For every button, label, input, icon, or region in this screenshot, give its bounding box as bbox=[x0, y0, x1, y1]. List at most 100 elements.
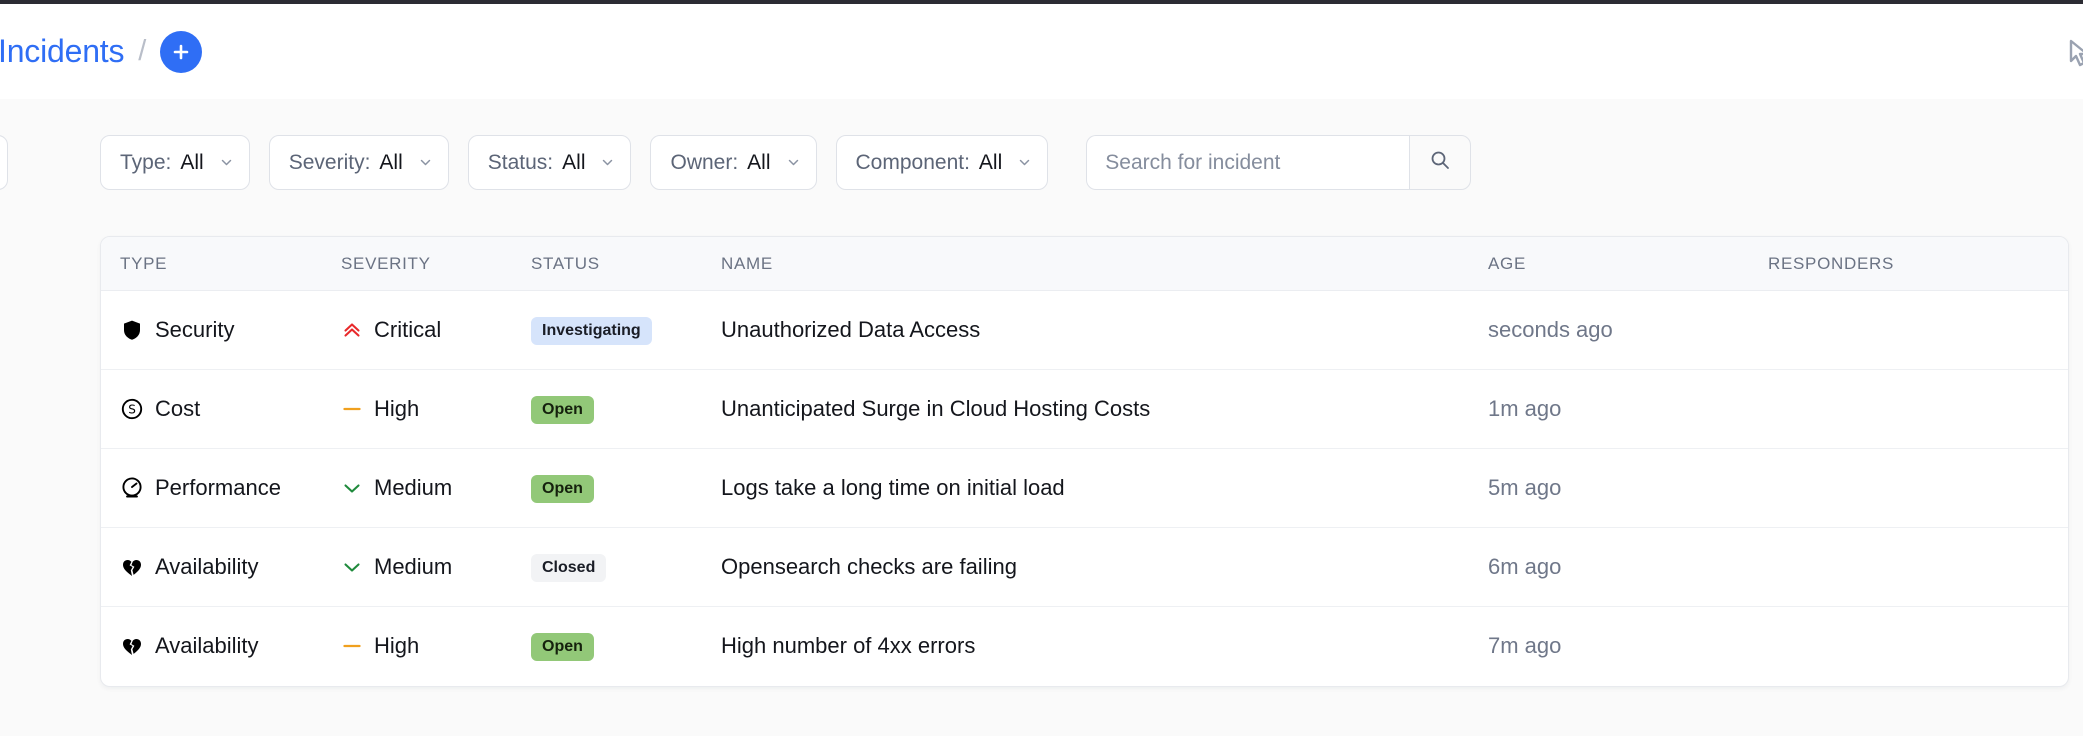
severity-label: Critical bbox=[374, 317, 442, 342]
filter-severity-label: Severity: bbox=[288, 150, 371, 174]
status-badge: Closed bbox=[531, 554, 607, 582]
filter-owner-value: All bbox=[747, 150, 771, 174]
table-header-row: TYPE SEVERITY STATUS NAME AGE RESPONDERS bbox=[101, 237, 2068, 291]
type-label: Availability bbox=[155, 633, 259, 659]
incident-name[interactable]: Unanticipated Surge in Cloud Hosting Cos… bbox=[721, 396, 1150, 421]
status-badge: Open bbox=[531, 475, 594, 503]
search-input[interactable] bbox=[1086, 135, 1410, 190]
cell-type: Performance bbox=[101, 448, 341, 528]
filter-status[interactable]: Status: All bbox=[467, 135, 632, 190]
cell-severity: Medium bbox=[341, 448, 531, 528]
top-bar: Incidents / bbox=[0, 0, 2083, 99]
cell-name: Opensearch checks are failing bbox=[721, 527, 1488, 607]
status-badge: Investigating bbox=[531, 317, 652, 345]
filter-component-label: Component: bbox=[855, 150, 970, 174]
filter-component[interactable]: Component: All bbox=[835, 135, 1049, 190]
age-label: seconds ago bbox=[1488, 317, 1613, 342]
column-header-name[interactable]: NAME bbox=[721, 237, 1488, 291]
filter-bar: Type: All Severity: All Status: All Owne… bbox=[0, 99, 2083, 190]
cell-name: Unauthorized Data Access bbox=[721, 290, 1488, 370]
filter-component-value: All bbox=[978, 150, 1003, 174]
table-row[interactable]: Availability Medium Closed Opensearch ch… bbox=[101, 527, 2068, 607]
cell-status: Open bbox=[531, 607, 721, 686]
dollar-circle-icon: S bbox=[120, 397, 144, 421]
double-chevron-up-icon bbox=[341, 319, 363, 341]
type-label: Performance bbox=[155, 475, 281, 500]
plus-icon bbox=[171, 42, 191, 62]
incident-name[interactable]: Opensearch checks are failing bbox=[721, 554, 1017, 579]
search-button[interactable] bbox=[1409, 135, 1472, 190]
incident-name[interactable]: High number of 4xx errors bbox=[721, 633, 975, 658]
filter-severity-value: All bbox=[379, 150, 403, 174]
filter-status-value: All bbox=[562, 150, 586, 174]
filter-status-label: Status: bbox=[487, 150, 554, 174]
age-label: 5m ago bbox=[1488, 475, 1562, 500]
filter-type-value: All bbox=[180, 150, 204, 174]
search-icon bbox=[1429, 149, 1451, 176]
cell-age: seconds ago bbox=[1488, 290, 1768, 370]
search-box bbox=[1086, 135, 1472, 190]
chevron-down-icon bbox=[600, 155, 615, 170]
cell-status: Closed bbox=[531, 527, 721, 607]
incidents-table: TYPE SEVERITY STATUS NAME AGE RESPONDERS bbox=[101, 237, 2068, 686]
cell-name: Logs take a long time on initial load bbox=[721, 448, 1488, 528]
severity-label: Medium bbox=[374, 475, 453, 500]
table-row[interactable]: S Cost High Open Unanticipated Surge in … bbox=[101, 369, 2068, 449]
cell-age: 5m ago bbox=[1488, 448, 1768, 528]
cell-status: Open bbox=[531, 369, 721, 449]
chevron-down-icon bbox=[418, 155, 433, 170]
cell-type: Availability bbox=[101, 527, 341, 607]
filter-owner[interactable]: Owner: All bbox=[650, 135, 817, 190]
column-header-responders[interactable]: RESPONDERS bbox=[1768, 237, 2068, 291]
content-area: Type: All Severity: All Status: All Owne… bbox=[0, 99, 2083, 736]
dash-icon bbox=[341, 635, 363, 657]
gauge-icon bbox=[120, 476, 144, 500]
status-badge: Open bbox=[531, 396, 594, 424]
dash-icon bbox=[341, 398, 363, 420]
table-row[interactable]: Performance Medium Open Logs take a long… bbox=[101, 448, 2068, 528]
age-label: 7m ago bbox=[1488, 633, 1562, 659]
table-header: TYPE SEVERITY STATUS NAME AGE RESPONDERS bbox=[101, 237, 2068, 291]
chevron-down-icon bbox=[219, 155, 234, 170]
column-header-severity[interactable]: SEVERITY bbox=[341, 237, 531, 291]
severity-label: High bbox=[374, 396, 420, 421]
incident-name[interactable]: Logs take a long time on initial load bbox=[721, 475, 1065, 500]
incident-name[interactable]: Unauthorized Data Access bbox=[721, 317, 980, 342]
cell-age: 7m ago bbox=[1488, 607, 1768, 686]
chevron-down-icon bbox=[786, 155, 801, 170]
filter-severity[interactable]: Severity: All bbox=[268, 135, 449, 190]
cell-severity: Critical bbox=[341, 290, 531, 370]
chevron-down-icon bbox=[341, 477, 363, 499]
svg-text:S: S bbox=[128, 403, 136, 417]
cell-responders bbox=[1768, 369, 2068, 449]
table-row[interactable]: Availability High Open High number of 4x… bbox=[101, 607, 2068, 686]
filter-type-label: Type: bbox=[120, 150, 172, 174]
status-badge: Open bbox=[531, 633, 594, 662]
chevron-down-icon bbox=[341, 556, 363, 578]
cursor-icon bbox=[2063, 37, 2083, 71]
filter-type[interactable]: Type: All bbox=[100, 135, 250, 190]
column-header-status[interactable]: STATUS bbox=[531, 237, 721, 291]
broken-heart-icon bbox=[120, 555, 144, 579]
type-label: Availability bbox=[155, 554, 259, 579]
cell-responders bbox=[1768, 290, 2068, 370]
table-row[interactable]: Security Critical Investigating Unauthor… bbox=[101, 290, 2068, 370]
breadcrumb-separator: / bbox=[138, 35, 147, 67]
cell-type: Availability bbox=[101, 607, 341, 686]
shield-icon bbox=[120, 318, 144, 342]
cell-responders bbox=[1768, 607, 2068, 686]
cell-status: Open bbox=[531, 448, 721, 528]
severity-label: Medium bbox=[374, 554, 453, 579]
add-incident-button[interactable] bbox=[160, 30, 203, 73]
breadcrumb-incidents-link[interactable]: Incidents bbox=[0, 33, 124, 70]
column-header-age[interactable]: AGE bbox=[1488, 237, 1768, 291]
severity-label: High bbox=[374, 633, 420, 659]
cell-age: 1m ago bbox=[1488, 369, 1768, 449]
broken-heart-icon bbox=[120, 634, 144, 658]
cell-status: Investigating bbox=[531, 290, 721, 370]
column-header-type[interactable]: TYPE bbox=[101, 237, 341, 291]
filter-owner-label: Owner: bbox=[670, 150, 739, 174]
type-label: Security bbox=[155, 317, 235, 342]
cell-severity: High bbox=[341, 369, 531, 449]
chevron-down-icon bbox=[1017, 155, 1032, 170]
